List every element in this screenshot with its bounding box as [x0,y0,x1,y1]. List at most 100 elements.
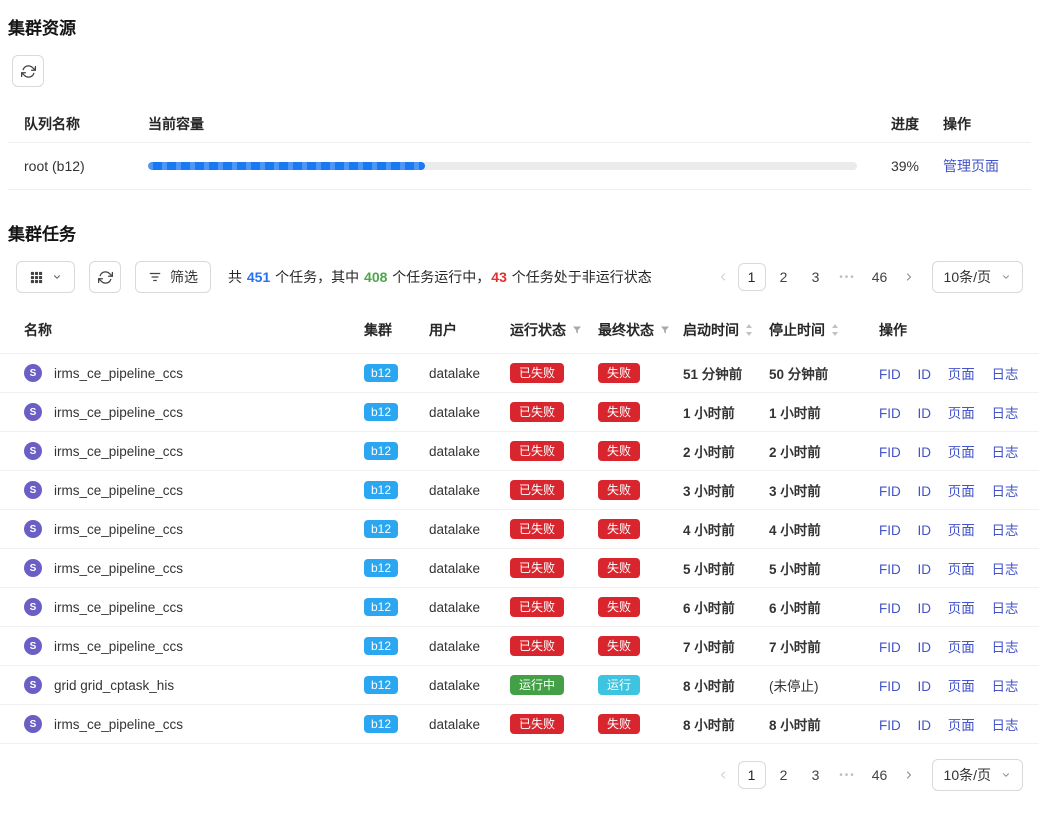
log-link[interactable]: 日志 [992,406,1019,421]
id-link[interactable]: ID [918,601,932,616]
run-status-badge: 已失败 [510,480,564,500]
fid-link[interactable]: FID [879,718,901,733]
page-size-select[interactable]: 10条/页 [932,759,1023,791]
col-run-status: 运行状态 [506,307,594,354]
resource-row: root (b12) 39% 管理页面 [8,143,1031,190]
sort-icon[interactable] [744,323,754,337]
task-avatar: S [24,598,42,616]
id-link[interactable]: ID [918,640,932,655]
filter-funnel-icon[interactable] [659,324,671,336]
columns-dropdown-button[interactable] [16,261,75,293]
page-number[interactable]: 46 [866,761,894,789]
task-user: datalake [429,561,480,576]
final-status-badge: 失败 [598,441,640,461]
page-number[interactable]: 3 [802,263,830,291]
page-number[interactable]: 1 [738,263,766,291]
task-name: irms_ce_pipeline_ccs [54,366,183,381]
filter-funnel-icon[interactable] [571,324,583,336]
page-number[interactable]: 46 [866,263,894,291]
task-avatar: S [24,364,42,382]
log-link[interactable]: 日志 [992,445,1019,460]
fid-link[interactable]: FID [879,445,901,460]
filter-lines-icon [148,270,162,284]
summary-text: 个任务处于非运行状态 [508,269,652,285]
page-number[interactable]: 2 [770,263,798,291]
run-status-badge: 已失败 [510,558,564,578]
fid-link[interactable]: FID [879,523,901,538]
fid-link[interactable]: FID [879,367,901,382]
cluster-tasks-section: 集群任务 筛选 共 451 个任务，其中 408 个任务运行中，43 个任务处于… [0,216,1039,813]
id-link[interactable]: ID [918,484,932,499]
page-size-select[interactable]: 10条/页 [932,261,1023,293]
task-row: S irms_ce_pipeline_ccs b12 datalake 已失败 … [0,510,1039,549]
progress-percent: 39% [861,158,919,174]
fid-link[interactable]: FID [879,679,901,694]
filter-button-label: 筛选 [170,267,198,287]
tasks-refresh-button[interactable] [89,261,121,293]
page-link[interactable]: 页面 [948,523,975,538]
col-user: 用户 [425,307,506,354]
log-link[interactable]: 日志 [992,523,1019,538]
page-link[interactable]: 页面 [948,718,975,733]
page-number[interactable]: 3 [802,761,830,789]
sort-icon[interactable] [830,323,840,337]
run-status-badge: 已失败 [510,519,564,539]
page-link[interactable]: 页面 [948,445,975,460]
cluster-badge: b12 [364,364,398,382]
next-page-button[interactable] [896,761,922,789]
page-number[interactable]: ••• [834,761,862,789]
start-time: 3 小时前 [679,471,765,510]
stop-time: 5 小时前 [765,549,875,588]
id-link[interactable]: ID [918,367,932,382]
id-link[interactable]: ID [918,718,932,733]
task-row: S irms_ce_pipeline_ccs b12 datalake 已失败 … [0,588,1039,627]
next-page-button[interactable] [896,263,922,291]
start-time: 5 小时前 [679,549,765,588]
pagination-bottom: 123•••46 10条/页 [710,759,1023,791]
id-link[interactable]: ID [918,406,932,421]
task-row: S irms_ce_pipeline_ccs b12 datalake 已失败 … [0,432,1039,471]
page-link[interactable]: 页面 [948,406,975,421]
fid-link[interactable]: FID [879,562,901,577]
cluster-badge: b12 [364,442,398,460]
start-time: 2 小时前 [679,432,765,471]
id-link[interactable]: ID [918,562,932,577]
prev-page-button[interactable] [710,263,736,291]
log-link[interactable]: 日志 [992,367,1019,382]
prev-page-button[interactable] [710,761,736,789]
stop-time: 7 小时前 [765,627,875,666]
page-link[interactable]: 页面 [948,484,975,499]
id-link[interactable]: ID [918,523,932,538]
cluster-badge: b12 [364,481,398,499]
stop-time: 1 小时前 [765,393,875,432]
page-link[interactable]: 页面 [948,640,975,655]
page-number[interactable]: ••• [834,263,862,291]
run-status-badge: 已失败 [510,441,564,461]
fid-link[interactable]: FID [879,406,901,421]
fid-link[interactable]: FID [879,640,901,655]
log-link[interactable]: 日志 [992,718,1019,733]
page-number[interactable]: 1 [738,761,766,789]
cluster-resources-section: 集群资源 队列名称 当前容量 进度 操作 root (b12) 39% [0,10,1039,190]
id-link[interactable]: ID [918,679,932,694]
log-link[interactable]: 日志 [992,562,1019,577]
summary-text: 个任务，其中 [271,269,363,285]
pagination-top: 123•••46 10条/页 [710,261,1023,293]
run-status-badge: 已失败 [510,636,564,656]
fid-link[interactable]: FID [879,601,901,616]
page-link[interactable]: 页面 [948,367,975,382]
id-link[interactable]: ID [918,445,932,460]
page-number[interactable]: 2 [770,761,798,789]
page-link[interactable]: 页面 [948,679,975,694]
manage-page-link[interactable]: 管理页面 [943,158,999,174]
log-link[interactable]: 日志 [992,601,1019,616]
log-link[interactable]: 日志 [992,484,1019,499]
task-avatar: S [24,676,42,694]
log-link[interactable]: 日志 [992,640,1019,655]
page-link[interactable]: 页面 [948,601,975,616]
filter-button[interactable]: 筛选 [135,261,211,293]
fid-link[interactable]: FID [879,484,901,499]
log-link[interactable]: 日志 [992,679,1019,694]
page-link[interactable]: 页面 [948,562,975,577]
resources-refresh-button[interactable] [12,55,44,87]
